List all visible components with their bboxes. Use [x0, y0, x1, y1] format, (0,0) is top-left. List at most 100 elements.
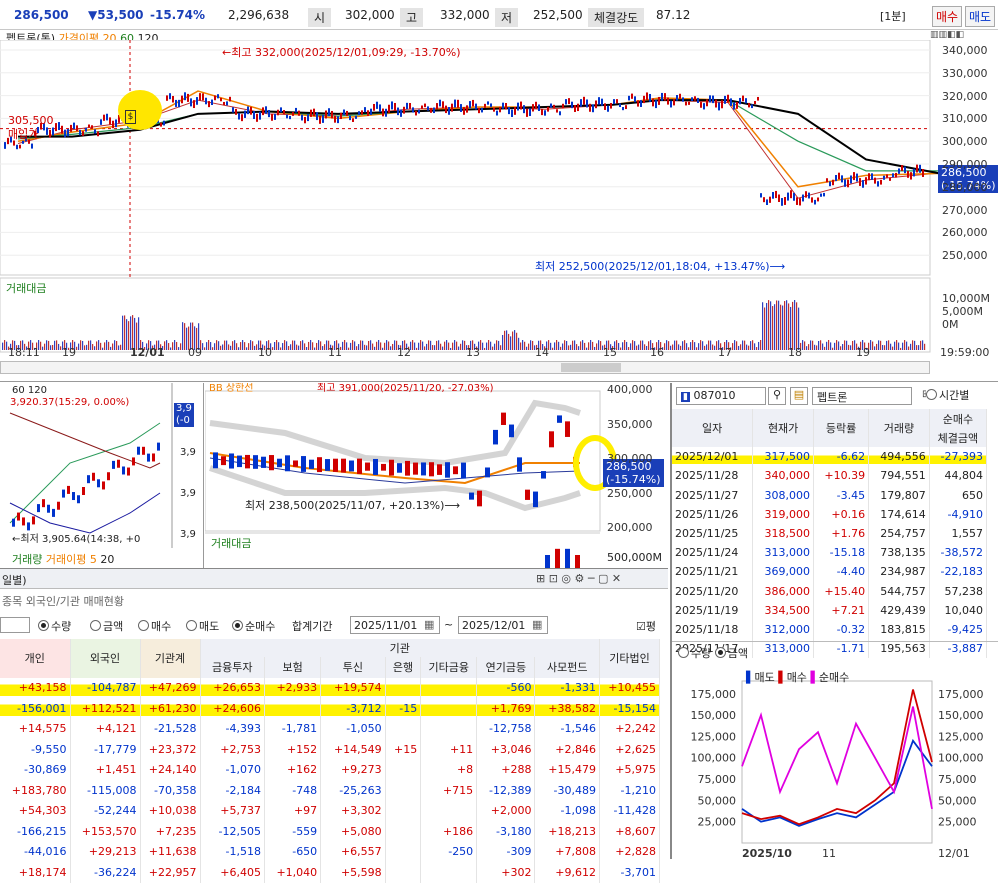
table-row[interactable]: -166,215 +153,570 +7,235 -12,505 -559 +5,080 +…	[0, 821, 660, 842]
candle	[334, 115, 336, 123]
radio-amount[interactable]: 금액	[714, 647, 748, 660]
candle	[493, 107, 495, 112]
candle	[286, 114, 288, 119]
code-field[interactable]	[0, 617, 30, 633]
table-row[interactable]: 2025/11/28 340,000 +10.39 794,551 44,804	[672, 466, 988, 486]
tab-hourly[interactable]: 시간별	[926, 387, 998, 405]
daily-candle	[541, 471, 546, 479]
search-icon[interactable]: ⚲	[768, 387, 786, 405]
table-row[interactable]: 2025/11/21 369,000 -4.40 234,987 -22,183	[672, 562, 988, 582]
radio-qty[interactable]: 수량	[678, 647, 711, 660]
col-rate[interactable]: 등락률	[813, 409, 870, 448]
col-private-fund[interactable]: 사모펀드	[534, 657, 600, 678]
table-row[interactable]: +14,575 +4,121 -21,528 -4,393 -1,781 -1,050 -1…	[0, 718, 660, 739]
table-row[interactable]: -9,550 -17,779 +23,372 +2,753 +152 +14,549 +15…	[0, 739, 660, 760]
mini-y-tick-3: 3,9	[180, 529, 196, 540]
volume-bar	[482, 342, 484, 350]
y-tick-label: 270,000	[942, 203, 988, 217]
radio-net-buy[interactable]: 순매수	[232, 618, 275, 634]
low-value: 252,500	[533, 8, 583, 22]
candle	[385, 108, 387, 117]
window-icons[interactable]: ⊞ ⊡ ◎ ⚙ ─ ▢ ✕	[536, 572, 621, 585]
volume-bar	[450, 347, 452, 350]
col-volume[interactable]: 거래량	[868, 409, 930, 448]
col-date[interactable]: 일자	[672, 409, 754, 448]
col-individual[interactable]: 개인	[0, 639, 71, 678]
radio-amount-b[interactable]: 금액	[90, 618, 123, 634]
candle	[250, 106, 252, 115]
table-cell	[420, 677, 478, 698]
table-row[interactable]: 2025/12/01 317,500 -6.62 494,556 -27,393	[672, 447, 988, 467]
avg-checkbox[interactable]: ☑평	[636, 618, 656, 634]
table-row[interactable]: 2025/11/18 312,000 -0.32 183,815 -9,425	[672, 619, 988, 640]
volume-bar	[598, 340, 600, 350]
volume-bar	[302, 340, 304, 350]
scrollbar-thumb[interactable]	[561, 363, 621, 372]
chart-scrollbar[interactable]	[0, 361, 930, 374]
col-other-fin[interactable]: 기타금융	[420, 657, 478, 678]
table-row[interactable]: -156,001 +112,521 +61,230 +24,606 -3,712 -15 +…	[0, 698, 660, 719]
candle	[451, 103, 453, 112]
table-row[interactable]: 2025/11/27 308,000 -3.45 179,807 650	[672, 485, 988, 505]
col-price[interactable]: 현재가	[752, 409, 814, 448]
table-row[interactable]: 2025/11/25 318,500 +1.76 254,757 1,557	[672, 523, 988, 544]
table-row[interactable]: -30,869 +1,451 +24,140 -1,070 +162 +9,273 +8 +2…	[0, 759, 660, 780]
sell-button[interactable]: 매도	[965, 6, 996, 27]
table-row[interactable]: 2025/11/20 386,000 +15.40 544,757 57,238	[672, 581, 988, 601]
candle	[46, 127, 48, 135]
volume-bar	[102, 347, 104, 350]
volume-bar	[830, 342, 832, 350]
table-cell: -11,428	[599, 800, 660, 821]
netbuy-y-tick-left: 25,000	[698, 816, 737, 829]
table-cell: +302	[476, 862, 536, 883]
radio-sell[interactable]: 매도	[186, 618, 219, 634]
volume-bar	[842, 344, 844, 350]
col-insurance[interactable]: 보험	[264, 657, 322, 678]
table-cell: 2025/11/20	[672, 581, 754, 601]
table-row[interactable]: +183,780 -115,008 -70,358 -2,184 -748 -25,263…	[0, 780, 660, 801]
candle	[496, 110, 498, 116]
radio-buy[interactable]: 매수	[138, 618, 171, 634]
table-row[interactable]: +54,303 -52,244 +10,038 +5,737 +97 +3,302 +2,0…	[0, 800, 660, 821]
period-selector[interactable]: [1분]	[880, 8, 906, 24]
buy-button[interactable]: 매수	[932, 6, 963, 27]
col-other-corp[interactable]: 기타법인	[599, 639, 660, 678]
col-pension[interactable]: 연기금등	[476, 657, 536, 678]
volume-bar	[454, 340, 456, 350]
col-trust[interactable]: 투신	[320, 657, 386, 678]
table-cell: -3,701	[599, 862, 660, 883]
table-cell: -21,528	[140, 718, 201, 739]
volume-bar	[490, 341, 492, 350]
candle	[676, 95, 678, 101]
candle	[280, 107, 282, 113]
col-net-buy[interactable]: 순매수	[929, 409, 988, 428]
calendar-icon-2[interactable]: ▦	[532, 618, 542, 631]
volume-bar	[702, 341, 704, 350]
radio-quantity[interactable]: 수량	[38, 618, 71, 634]
table-row[interactable]: 2025/11/26 319,000 +0.16 174,614 -4,910	[672, 504, 988, 524]
col-inst-total[interactable]: 기관계	[140, 639, 201, 678]
candle	[475, 103, 477, 110]
candle	[268, 110, 270, 118]
calendar-icon[interactable]: ▦	[424, 618, 434, 631]
col-amount[interactable]: 체결금액	[929, 428, 988, 448]
vol-tick-label: 10,000M	[942, 292, 990, 305]
chart-tool-icons[interactable]: ▥▥◧◧	[930, 30, 964, 40]
col-bank[interactable]: 은행	[385, 657, 422, 678]
volume-bar	[908, 346, 910, 350]
volume-bar	[226, 340, 228, 350]
table-row[interactable]: 2025/11/24 313,000 -15.18 738,135 -38,572	[672, 543, 988, 563]
volume-bar	[202, 343, 204, 350]
daily-candle	[565, 421, 570, 437]
table-row[interactable]: +43,158 -104,787 +47,269 +26,653 +2,933 +19,5…	[0, 677, 660, 698]
col-foreign[interactable]: 외국인	[70, 639, 141, 678]
col-fin-invest[interactable]: 금융투자	[200, 657, 265, 678]
table-cell: +152	[264, 739, 322, 760]
table-row[interactable]: 2025/11/19 334,500 +7.21 429,439 10,040	[672, 600, 988, 620]
stock-code-input[interactable]: ▮ 087010	[676, 387, 766, 405]
table-row[interactable]: +18,174 -36,224 +22,957 +6,405 +1,040 +5,598 +…	[0, 862, 660, 883]
volume-bar	[170, 347, 172, 350]
folder-icon[interactable]: ▤	[790, 387, 808, 405]
volume-bar	[680, 345, 682, 350]
candle	[193, 100, 195, 109]
